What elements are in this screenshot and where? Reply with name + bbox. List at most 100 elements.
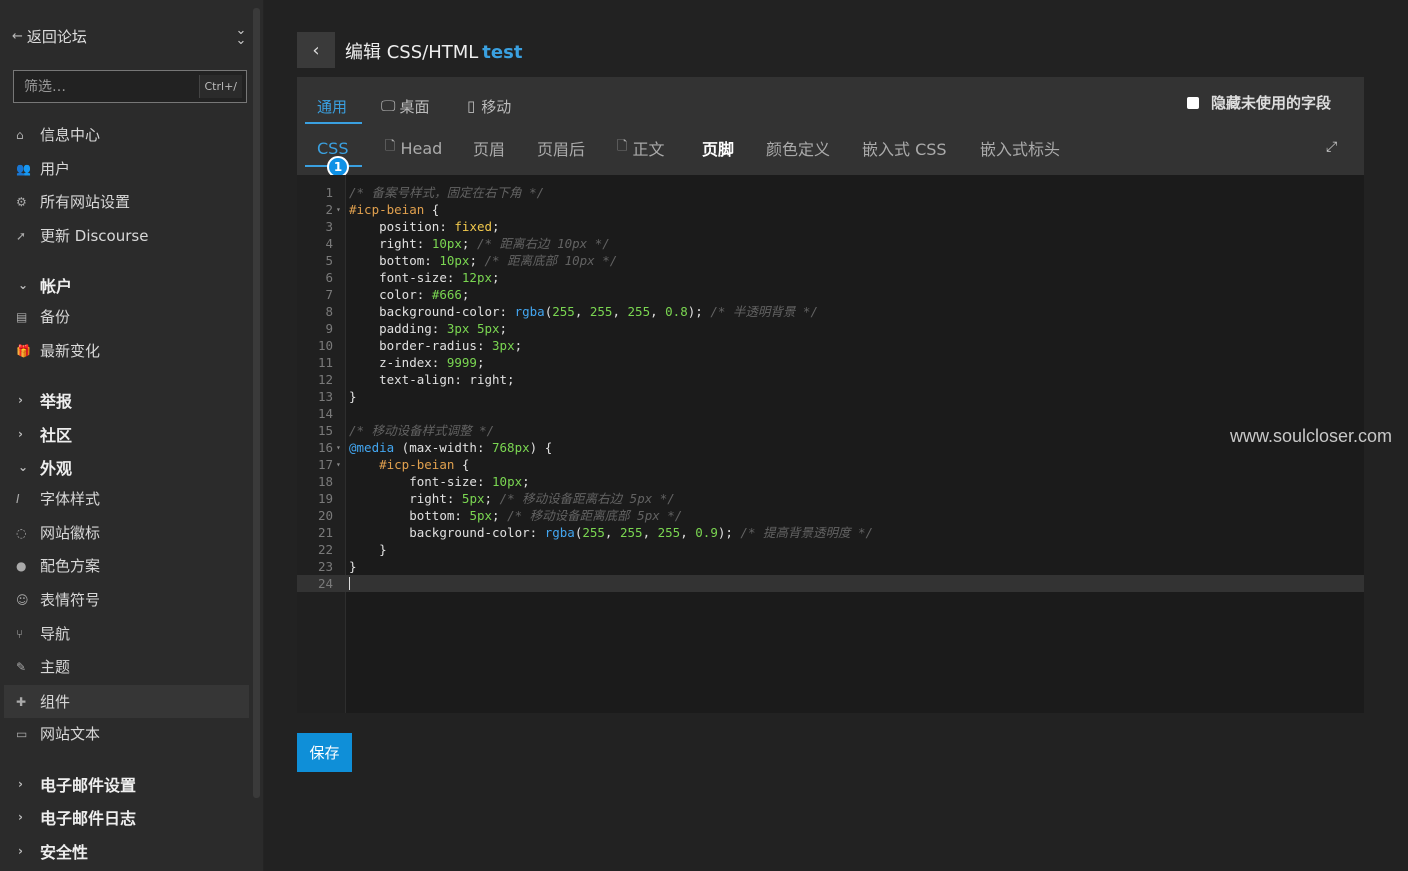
emoji-icon: ☺ (16, 592, 29, 607)
tab-desktop[interactable]: 🖵 桌面 (381, 95, 429, 117)
code-line[interactable]: 7 color: #666; (297, 286, 1364, 303)
line-number: 15 (317, 423, 333, 438)
filter-shortcut-hint: Ctrl+/ (198, 75, 242, 98)
fold-toggle-icon[interactable]: ▾ (336, 456, 341, 473)
back-to-forum-label: 返回论坛 (26, 27, 87, 46)
tab-embedded-header[interactable]: 嵌入式标头 (980, 137, 1060, 159)
code-text: #icp-beian { (349, 202, 440, 217)
sidebar-filter: Ctrl+/ (13, 70, 247, 103)
sidebar-section-email-logs[interactable]: › 电子邮件日志 (4, 800, 249, 833)
fold-toggle-icon[interactable]: ▾ (336, 201, 341, 218)
sidebar-item-site-settings[interactable]: ⚙ 所有网站设置 (4, 185, 249, 218)
code-line[interactable]: 21 background-color: rgba(255, 255, 255,… (297, 524, 1364, 541)
sidebar-item-update[interactable]: ➚ 更新 Discourse (4, 219, 249, 252)
code-line[interactable]: 17 ▾ #icp-beian { (297, 456, 1364, 473)
code-line[interactable]: 15 /* 移动设备样式调整 */ (297, 422, 1364, 439)
sidebar-item-color-schemes[interactable]: ● 配色方案 (4, 549, 249, 582)
section-title: 帐户 (40, 276, 73, 296)
brush-icon: ✎ (16, 659, 27, 674)
arrow-left-icon: ← (12, 28, 23, 44)
code-line[interactable]: 18 font-size: 10px; (297, 473, 1364, 490)
sidebar-item-components[interactable]: ✚ 组件 (4, 685, 249, 718)
code-line[interactable]: 16 ▾ @media (max-width: 768px) { (297, 439, 1364, 456)
hide-unused-checkbox[interactable] (1187, 96, 1199, 109)
sidebar-section-account[interactable]: ⌄ 帐户 (4, 268, 249, 301)
tab-label: 页脚 (702, 140, 735, 159)
sidebar-item-label: 用户 (40, 160, 71, 178)
code-line[interactable]: 24 (297, 575, 1364, 592)
code-line[interactable]: 14 (297, 405, 1364, 422)
text-cursor (349, 577, 350, 590)
tab-footer[interactable]: 页脚 (702, 137, 734, 159)
hide-unused-toggle[interactable]: 隐藏未使用的字段 (1187, 92, 1331, 113)
sidebar-item-users[interactable]: 👥 用户 (4, 152, 249, 185)
sidebar-item-site-text[interactable]: ▭ 网站文本 (4, 717, 249, 750)
sidebar-section-community[interactable]: › 社区 (4, 417, 249, 450)
gear-icon: ⚙ (16, 194, 27, 209)
sidebar-item-label: 表情符号 (40, 591, 101, 609)
tab-common[interactable]: 通用 (317, 95, 347, 117)
sidebar-section-reports[interactable]: › 举报 (4, 383, 249, 416)
badge-icon: ◌ (16, 525, 27, 540)
expand-editor-icon[interactable]: ⤢ (1326, 139, 1344, 157)
code-line[interactable]: 5 bottom: 10px; /* 距离底部 10px */ (297, 252, 1364, 269)
sidebar-item-emoji[interactable]: ☺ 表情符号 (4, 583, 249, 616)
code-line[interactable]: 2 ▾ #icp-beian { (297, 201, 1364, 218)
code-line[interactable]: 8 background-color: rgba(255, 255, 255, … (297, 303, 1364, 320)
sidebar-section-security[interactable]: › 安全性 (4, 834, 249, 867)
code-text: right: 5px; /* 移动设备距离右边 5px */ (409, 491, 675, 506)
code-line[interactable]: 23} (297, 558, 1364, 575)
code-line[interactable]: 10 border-radius: 3px; (297, 337, 1364, 354)
code-line[interactable]: 19 right: 5px; /* 移动设备距离右边 5px */ (297, 490, 1364, 507)
tab-embedded-css[interactable]: 嵌入式 CSS (862, 137, 947, 159)
sidebar-item-dashboard[interactable]: ⌂ 信息中心 (4, 118, 249, 151)
line-number: 23 (317, 559, 333, 574)
tab-label: 移动 (481, 97, 512, 116)
sidebar-scrollbar[interactable] (253, 8, 260, 798)
code-line[interactable]: 12 text-align: right; (297, 371, 1364, 388)
users-icon: 👥 (16, 161, 31, 176)
tab-head[interactable]: 🗋 Head (385, 137, 442, 159)
sidebar-item-whats-new[interactable]: 🎁 最新变化 (4, 334, 249, 367)
back-to-forum-link[interactable]: ← 返回论坛 (12, 24, 248, 48)
save-button[interactable]: 保存 (297, 733, 352, 772)
sidebar-item-site-logo[interactable]: ◌ 网站徽标 (4, 516, 249, 549)
sidebar-section-email-settings[interactable]: › 电子邮件设置 (4, 767, 249, 800)
text-icon: ▭ (16, 726, 28, 741)
sidebar-item-themes[interactable]: ✎ 主题 (4, 650, 249, 683)
code-line[interactable]: 11 z-index: 9999; (297, 354, 1364, 371)
tab-label: 通用 (317, 97, 348, 116)
sidebar-item-fonts[interactable]: I 字体样式 (4, 482, 249, 515)
puzzle-icon: ✚ (16, 694, 27, 709)
tab-after-header[interactable]: 页眉后 (537, 137, 585, 159)
code-text: } (349, 389, 357, 404)
tab-body[interactable]: 🗋 正文 (617, 137, 664, 159)
tab-color-definitions[interactable]: 颜色定义 (766, 137, 830, 159)
code-line[interactable]: 20 bottom: 5px; /* 移动设备距离底部 5px */ (297, 507, 1364, 524)
code-line[interactable]: 4 right: 10px; /* 距离右边 10px */ (297, 235, 1364, 252)
line-number: 4 (325, 236, 333, 251)
code-text: /* 备案号样式，固定在右下角 */ (349, 185, 545, 200)
sidebar-filter-input[interactable] (24, 78, 194, 95)
sidebar-section-appearance[interactable]: ⌄ 外观 (4, 450, 249, 483)
sidebar-item-label: 信息中心 (40, 126, 101, 144)
code-line[interactable]: 1 /* 备案号样式，固定在右下角 */ (297, 184, 1364, 201)
code-line[interactable]: 3 position: fixed; (297, 218, 1364, 235)
sidebar-item-backups[interactable]: ▤ 备份 (4, 300, 249, 333)
code-line[interactable]: 22 } (297, 541, 1364, 558)
collapse-sidebar-icon[interactable]: ⌄ ⌄ (232, 24, 250, 47)
fold-toggle-icon[interactable]: ▾ (336, 439, 341, 456)
code-line[interactable]: 13} (297, 388, 1364, 405)
tab-mobile[interactable]: ▯ 移动 (467, 95, 511, 117)
code-text: #icp-beian { (379, 457, 470, 472)
back-button[interactable]: ‹ (297, 32, 335, 68)
code-line[interactable]: 6 font-size: 12px; (297, 269, 1364, 286)
page-title: 编辑 CSS/HTML test (345, 38, 522, 64)
tab-css[interactable]: CSS (317, 137, 348, 159)
code-line[interactable]: 9 padding: 3px 5px; (297, 320, 1364, 337)
tab-label: 页眉 (473, 140, 506, 159)
sidebar-item-navigation[interactable]: ⑂ 导航 (4, 617, 249, 650)
tab-header[interactable]: 页眉 (473, 137, 505, 159)
code-editor[interactable]: 1/* 备案号样式，固定在右下角 */2 ▾ #icp-beian {3 posit… (297, 175, 1364, 713)
theme-name-link[interactable]: test (482, 42, 522, 63)
